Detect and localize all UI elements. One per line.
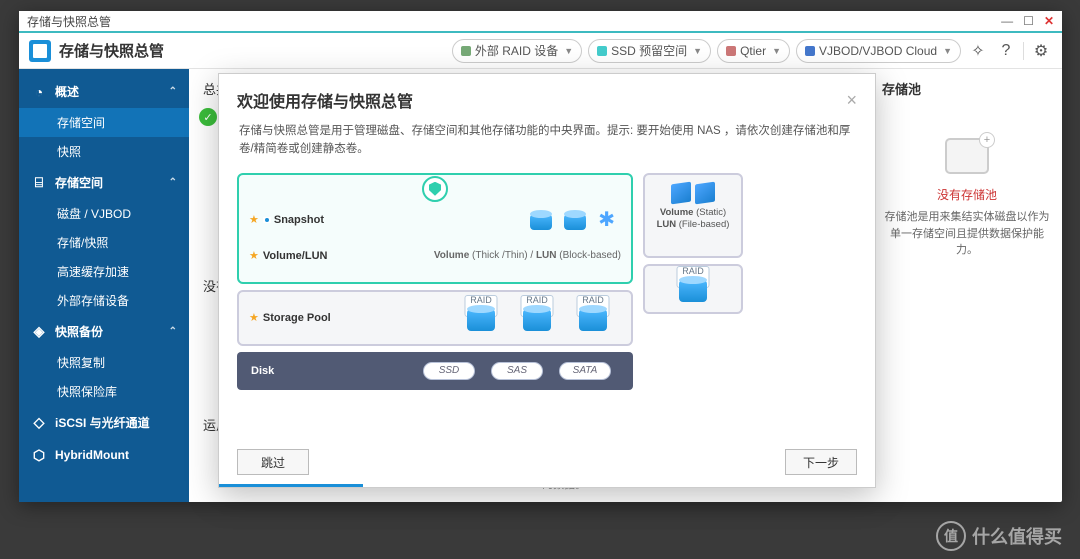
sidebar-item-storage-snapshot[interactable]: 存储/快照 — [19, 228, 189, 257]
sidebar-section-hybridmount[interactable]: ⬡HybridMount — [19, 439, 189, 471]
sidebar-item-storage-space[interactable]: 存储空间 — [19, 108, 189, 137]
external-raid-button[interactable]: 外部 RAID 设备▼ — [452, 39, 582, 63]
settings-icon[interactable]: ⚙ — [1030, 40, 1052, 62]
star-icon: ★ — [249, 213, 259, 226]
app-title: 存储与快照总管 — [59, 40, 164, 61]
sidebar-item-external[interactable]: 外部存储设备 — [19, 286, 189, 315]
cylinder-icon — [523, 305, 551, 331]
camera-icon — [263, 217, 271, 223]
modal-description: 存储与快照总管是用于管理磁盘、存储空间和其他存储功能的中央界面。提示: 要开始使… — [219, 122, 875, 159]
iscsi-icon: ◇ — [31, 415, 47, 431]
pool-description: 存储池是用来集结实体磁盘以作为单一存储空间且提供数据保护能力。 — [882, 209, 1052, 259]
sidebar-section-iscsi[interactable]: ◇iSCSI 与光纤通道 — [19, 406, 189, 439]
cylinder-icon — [530, 210, 552, 230]
window-title: 存储与快照总管 — [27, 13, 111, 30]
cylinder-icon — [564, 210, 586, 230]
chevron-up-icon: ⌃ — [169, 86, 177, 97]
star-icon: ★ — [249, 249, 259, 262]
ssd-reserve-button[interactable]: SSD 预留空间▼ — [588, 39, 711, 63]
titlebar: 存储与快照总管 — ☐ ✕ — [19, 11, 1062, 33]
welcome-modal: 欢迎使用存储与快照总管 × 存储与快照总管是用于管理磁盘、存储空间和其他存储功能… — [218, 73, 876, 488]
sidebar-section-storage[interactable]: ⌸存储空间⌃ — [19, 166, 189, 199]
toolbar: 存储与快照总管 外部 RAID 设备▼ SSD 预留空间▼ Qtier▼ VJB… — [19, 33, 1062, 69]
backup-icon: ◈ — [31, 324, 47, 340]
minimize-icon[interactable]: — — [1001, 14, 1013, 28]
vjbod-button[interactable]: VJBOD/VJBOD Cloud▼ — [796, 39, 961, 63]
cylinder-icon — [679, 276, 707, 302]
pool-panel-title: 存储池 — [882, 79, 1052, 98]
watermark: 值 什么值得买 — [936, 521, 1062, 551]
volume-lun-label: Volume/LUN — [263, 250, 328, 262]
sidebar-section-overview[interactable]: ◔概述⌃ — [19, 75, 189, 108]
close-icon[interactable]: ✕ — [1044, 14, 1054, 28]
sidebar-item-replicate[interactable]: 快照复制 — [19, 348, 189, 377]
modal-title: 欢迎使用存储与快照总管 — [237, 88, 413, 112]
disk-label: Disk — [251, 365, 274, 377]
modal-close-icon[interactable]: × — [846, 90, 857, 111]
storage-diagram: ★ Snapshot ✱ ★ Volume/LUN Volume (Thick … — [237, 173, 857, 390]
dashboard-icon: ◔ — [31, 84, 47, 100]
star-icon: ★ — [249, 311, 259, 324]
disk-type-ssd: SSD — [423, 362, 475, 380]
snapshot-label: Snapshot — [274, 214, 324, 226]
sidebar-item-snapshot[interactable]: 快照 — [19, 137, 189, 166]
sidebar: ◔概述⌃ 存储空间 快照 ⌸存储空间⌃ 磁盘 / VJBOD 存储/快照 高速缓… — [19, 69, 189, 502]
chevron-up-icon: ⌃ — [169, 326, 177, 337]
chevron-up-icon: ⌃ — [169, 177, 177, 188]
pool-add-icon[interactable] — [945, 138, 989, 174]
cylinder-icon — [579, 305, 607, 331]
shield-icon — [422, 176, 448, 202]
cube-icon — [695, 181, 715, 204]
sidebar-section-snapshot-backup[interactable]: ◈快照备份⌃ — [19, 315, 189, 348]
help-icon[interactable]: ? — [995, 40, 1017, 62]
sidebar-item-vault[interactable]: 快照保险库 — [19, 377, 189, 406]
cube-icon — [671, 181, 691, 204]
sidebar-item-cache[interactable]: 高速缓存加速 — [19, 257, 189, 286]
qtier-button[interactable]: Qtier▼ — [717, 39, 790, 63]
cluster-icon: ✱ — [598, 207, 615, 232]
storage-icon: ⌸ — [31, 175, 47, 191]
next-button[interactable]: 下一步 — [785, 449, 857, 475]
no-pool-label: 没有存储池 — [882, 186, 1052, 203]
app-icon — [29, 40, 51, 62]
skip-button[interactable]: 跳过 — [237, 449, 309, 475]
sidebar-item-disk-vjbod[interactable]: 磁盘 / VJBOD — [19, 199, 189, 228]
progress-bar — [219, 484, 363, 487]
check-icon: ✓ — [199, 108, 217, 126]
storage-pool-panel: 存储池 没有存储池 存储池是用来集结实体磁盘以作为单一存储空间且提供数据保护能力… — [872, 69, 1062, 502]
cylinder-icon — [467, 305, 495, 331]
tools-icon[interactable]: ✧ — [967, 40, 989, 62]
disk-type-sata: SATA — [559, 362, 611, 380]
hybrid-icon: ⬡ — [31, 447, 47, 463]
disk-type-sas: SAS — [491, 362, 543, 380]
maximize-icon[interactable]: ☐ — [1023, 14, 1034, 28]
storage-pool-label: Storage Pool — [263, 312, 331, 324]
